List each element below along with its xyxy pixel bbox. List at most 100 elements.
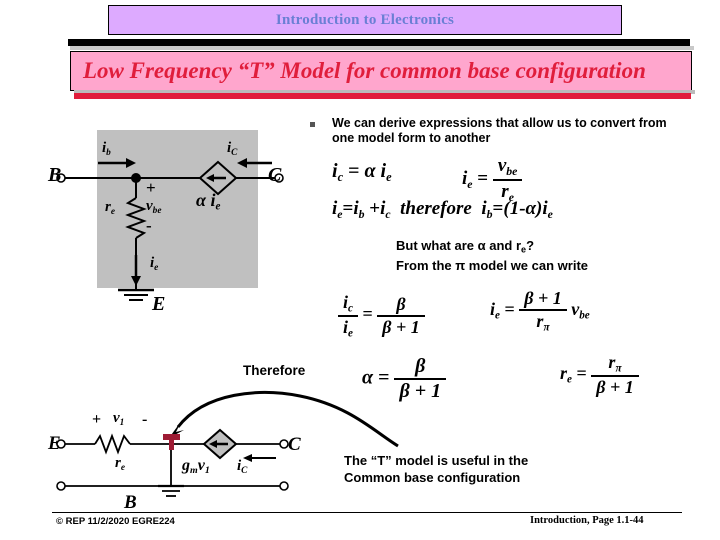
bottom-label-minus: - [142,411,148,428]
eq-ie-lhs-sub: e [467,177,473,191]
ratio-op: = [362,303,373,324]
bottom-re-sub: e [120,462,125,473]
re-den: β + 1 [591,374,639,398]
header-black-rule [68,39,690,46]
ieb-den-sub: π [543,321,550,334]
bottom-label-terminal-C: C [288,434,301,455]
equation-ic-alpha-ie: ic = α ie [332,160,392,185]
q2b: model we can write [465,257,589,273]
kcl-ie2-sub: e [547,207,553,221]
eq-ie-op: = [477,168,489,190]
bottom-label-iC: iC [237,458,247,476]
ratio-left-fraction: ic ie [338,292,358,339]
eq-ie-numerator: vbe [493,155,523,179]
ratio-rden: β + 1 [377,314,425,338]
equation-ic-over-ie: ic ie = β β + 1 [338,292,425,339]
bottom-gm-sub: m [190,465,198,477]
label-source-alpha-ie: α ie [196,190,220,213]
label-iC-sub: C [231,147,238,158]
iC-arrowhead [237,158,247,168]
question-line-2: From the π model we can write [396,258,696,274]
bottom-v1-sub: 1 [119,417,125,428]
source-alpha: α [196,190,206,210]
eq-ie-num-sub: be [506,164,518,178]
ratio-right-fraction: β β + 1 [377,294,425,338]
t-model-note-line2: Common base configuration [344,470,521,485]
label-vbe: vbe [146,198,161,216]
footer-rule [52,512,682,513]
bottom-gmv1-v: v [197,457,205,474]
equation-re-rpi-beta: re = rπ β + 1 [560,352,639,398]
label-ib: ib [102,140,111,158]
footer-left: © REP 11/2/2020 EGRE224 [56,516,175,527]
label-ib-sub: b [106,147,111,158]
bottom-terminal-B-right-dot [279,481,289,491]
bottom-gmv1-sub: 1 [204,465,210,477]
slide-title-box: Introduction to Electronics [108,5,622,35]
q2-pi: π [455,257,466,273]
bottom-terminal-B-left-dot [56,481,66,491]
bottom-v1-v: v [113,410,120,426]
banner-red-underline [74,93,691,99]
eq-ic-lhs-sub: c [337,169,344,184]
question-paragraph: But what are α and re? From the π model … [396,238,696,274]
t-model-note-line1: The “T” model is useful in the [344,453,529,468]
bottom-gm-g: g [182,457,190,474]
resistor-re-bottom [94,433,131,455]
re-num: rπ [591,352,638,375]
q1b: and r [485,238,522,253]
re-lhs-sub: e [567,373,572,386]
ib-arrowhead [126,158,136,168]
label-iC: iC [227,140,237,158]
label-vbe-sub: be [152,205,162,216]
section-banner: Low Frequency “T” Model for common base … [70,51,692,91]
bottom-label-plus: + [92,411,102,428]
ratio-num-sub: c [348,302,353,315]
red-tee-marker-stem [169,436,174,450]
ratio-left-den: ie [338,314,358,339]
bottom-label-terminal-B: B [124,492,137,513]
ieb-fraction: β + 1 rπ [519,288,567,334]
re-lhs: r [560,362,568,383]
bottom-label-re: re [115,455,125,473]
kcl-eq: = [342,198,354,219]
re-num-sub: π [615,362,622,375]
label-terminal-C: C [268,164,282,186]
kcl-eq2: = [492,198,504,219]
ratio-left-num: ic [338,292,358,315]
re-op: = [576,362,587,383]
eq-ic-alpha: α [364,160,376,182]
footer-right: Introduction, Page 1.1-44 [530,515,644,526]
square-bullet-icon [310,122,315,127]
kcl-ic-sub: c [385,207,391,221]
ieb-num: β + 1 [524,288,562,308]
label-minus-vbe: - [146,216,152,235]
ieb-tail-sub: be [579,309,590,322]
bottom-label-gm-v1: gmv1 [182,457,210,476]
question-line-1: But what are α and re? [396,238,696,258]
source-ie-sub: e [215,200,221,213]
q1-alpha: α [477,238,486,253]
label-terminal-B: B [48,164,62,186]
label-re-sub: e [110,206,115,217]
q2a: From the [396,257,456,273]
resistor-re [125,197,147,239]
header-gray-rule [70,46,694,50]
page-title: Introduction to Electronics [275,11,455,28]
label-re: re [105,199,115,217]
eq-ic-op: = [348,160,360,182]
kcl-ib-sub: b [358,207,365,221]
bottom-terminal-C-dot [279,439,289,449]
re-fraction: rπ β + 1 [591,352,639,398]
ieb-den: rπ [519,309,567,334]
label-vbe-v: v [146,198,153,214]
section-banner-text: Low Frequency “T” Model for common base … [83,58,646,83]
label-terminal-E: E [152,293,166,315]
eq-ic-rhs-sub: e [386,169,392,184]
ieb-op: = [504,298,515,319]
bottom-ic-sub: C [241,465,248,476]
equation-kcl-line: ie=ib +ic therefore ib=(1-α)ie [332,198,553,222]
kcl-alpha: α [525,198,537,219]
bullet-text: We can derive expressions that allow us … [332,116,667,145]
kcl-plus: + [369,198,381,219]
